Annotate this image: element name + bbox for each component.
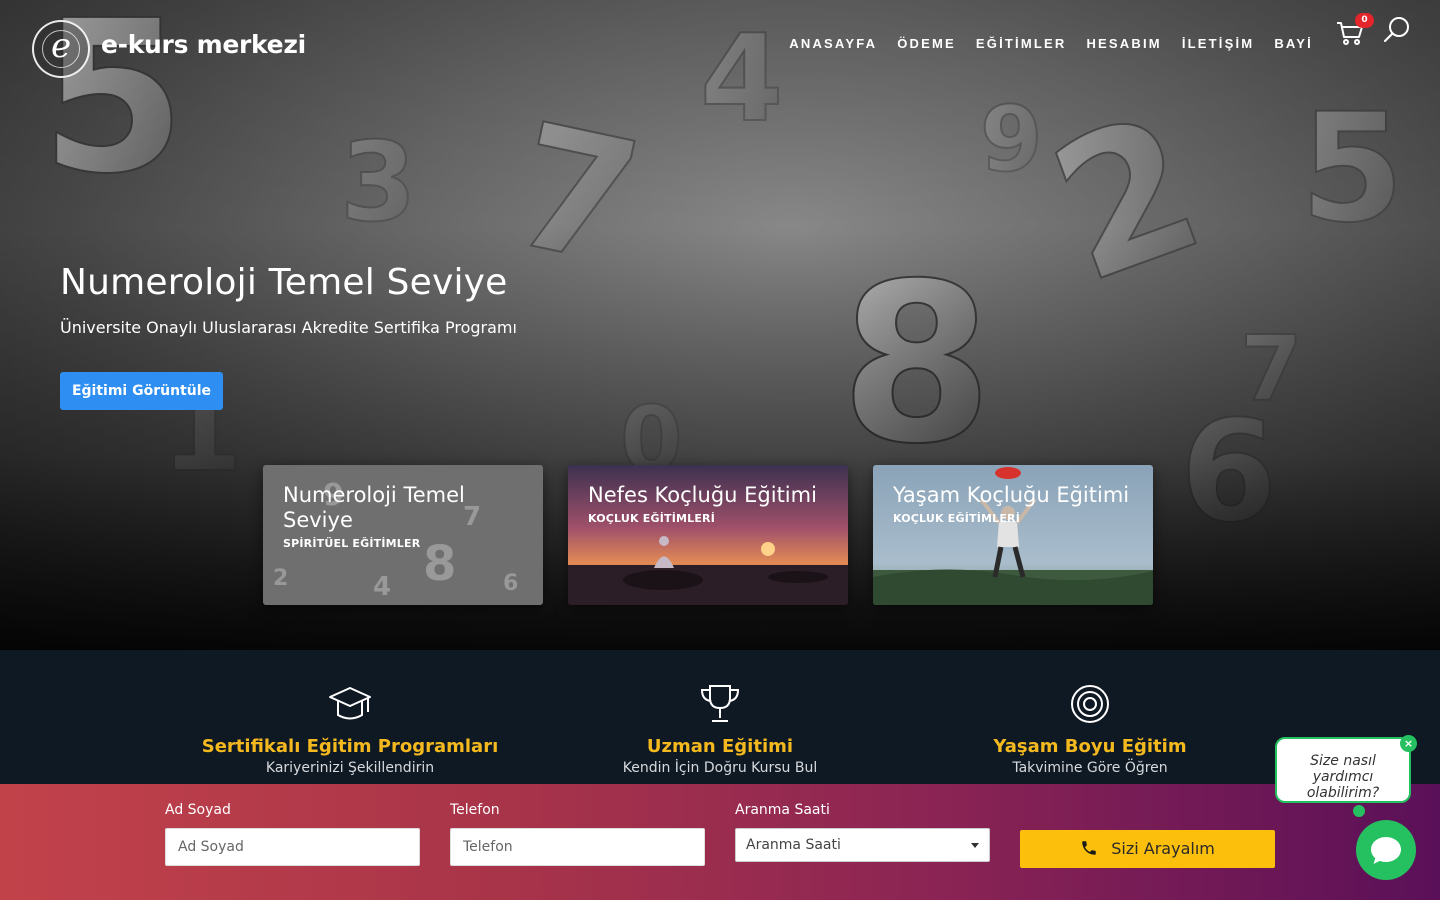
logo-badge[interactable]: e bbox=[32, 20, 90, 78]
card-text: Yaşam Koçluğu Eğitimi KOÇLUK EĞİTİMLERİ bbox=[893, 483, 1139, 525]
feature-title: Yaşam Boyu Eğitim bbox=[993, 736, 1187, 757]
nav-item-anasayfa[interactable]: ANASAYFA bbox=[789, 36, 877, 51]
nav-item-egitimler[interactable]: EĞİTİMLER bbox=[976, 36, 1067, 51]
phone-label: Telefon bbox=[450, 802, 500, 818]
name-field-group: Ad Soyad Ad Soyad bbox=[165, 802, 420, 866]
nav-item-odeme[interactable]: ÖDEME bbox=[897, 36, 956, 51]
logo-text[interactable]: e-kurs merkezi bbox=[101, 30, 306, 59]
close-icon[interactable]: × bbox=[1400, 735, 1417, 752]
feature-title: Uzman Eğitimi bbox=[646, 736, 794, 757]
name-label: Ad Soyad bbox=[165, 802, 231, 818]
search-icon[interactable] bbox=[1381, 14, 1413, 46]
view-course-button[interactable]: Eğitimi Görüntüle bbox=[60, 372, 223, 410]
chat-tail-dot bbox=[1353, 805, 1365, 817]
call-me-label: Sizi Arayalım bbox=[1111, 839, 1215, 858]
card-title: Yaşam Koçluğu Eğitimi bbox=[893, 483, 1130, 507]
main-nav: ANASAYFA ÖDEME EĞİTİMLER HESABIM İLETİŞİ… bbox=[789, 36, 1313, 51]
course-card-numeroloji[interactable]: 8 9 7 4 6 2 Numeroloji Temel Seviye SPİR… bbox=[263, 465, 543, 605]
time-field-group: Aranma Saati Aranma Saati bbox=[735, 802, 990, 862]
site-header: e e-kurs merkezi ANASAYFA ÖDEME EĞİTİMLE… bbox=[0, 0, 1440, 96]
logo-letter: e bbox=[50, 26, 72, 66]
call-time-select[interactable]: Aranma Saati bbox=[735, 828, 990, 862]
target-icon bbox=[1071, 685, 1109, 723]
phone-input[interactable]: Telefon bbox=[450, 828, 705, 866]
svg-text:4: 4 bbox=[373, 572, 391, 602]
course-card-yasam[interactable]: Yaşam Koçluğu Eğitimi KOÇLUK EĞİTİMLERİ bbox=[873, 465, 1153, 605]
card-text: Numeroloji Temel Seviye SPİRİTÜEL EĞİTİM… bbox=[283, 483, 529, 550]
card-title: Numeroloji Temel Seviye bbox=[283, 483, 465, 532]
phone-field-group: Telefon Telefon bbox=[450, 802, 705, 866]
svg-text:6: 6 bbox=[503, 571, 518, 596]
nav-item-hesabim[interactable]: HESABIM bbox=[1086, 36, 1161, 51]
trophy-icon bbox=[700, 685, 740, 722]
feature-subtitle: Kariyerinizi Şekillendirin bbox=[265, 760, 435, 776]
hero-subtitle: Üniversite Onaylı Uluslararası Akredite … bbox=[60, 318, 517, 337]
feature-subtitle: Takvimine Göre Öğren bbox=[1012, 760, 1168, 776]
cart-count-badge: 0 bbox=[1355, 13, 1374, 28]
chat-bubble-icon bbox=[1371, 837, 1401, 864]
course-card-nefes[interactable]: Nefes Koçluğu Eğitimi KOÇLUK EĞİTİMLERİ bbox=[568, 465, 848, 605]
call-me-button[interactable]: Sizi Arayalım bbox=[1020, 830, 1275, 868]
chevron-down-icon bbox=[971, 843, 979, 848]
phone-icon bbox=[1082, 841, 1096, 855]
time-label: Aranma Saati bbox=[735, 802, 830, 818]
feature-subtitle: Kendin İçin Doğru Kursu Bul bbox=[622, 760, 818, 776]
feature-title: Sertifikalı Eğitim Programları bbox=[201, 736, 499, 757]
card-title: Nefes Koçluğu Eğitimi bbox=[588, 483, 817, 507]
name-input[interactable]: Ad Soyad bbox=[165, 828, 420, 866]
features-section: Sertifikalı Eğitim Programları Kariyerin… bbox=[0, 650, 1440, 784]
chat-prompt-bubble[interactable]: Size nasıl yardımcı olabilirim? bbox=[1275, 737, 1411, 803]
graduation-cap-icon bbox=[329, 687, 371, 720]
svg-text:2: 2 bbox=[273, 566, 288, 591]
card-text: Nefes Koçluğu Eğitimi KOÇLUK EĞİTİMLERİ bbox=[588, 483, 834, 525]
nav-item-iletisim[interactable]: İLETİŞİM bbox=[1182, 36, 1255, 51]
card-category: KOÇLUK EĞİTİMLERİ bbox=[588, 512, 716, 525]
nav-item-bayi[interactable]: BAYİ bbox=[1274, 36, 1313, 51]
card-category: SPİRİTÜEL EĞİTİMLER bbox=[283, 537, 421, 550]
callback-form: Ad Soyad Ad Soyad Telefon Telefon Aranma… bbox=[0, 784, 1440, 900]
hero-title: Numeroloji Temel Seviye bbox=[60, 262, 508, 303]
chat-launcher-button[interactable] bbox=[1356, 820, 1416, 880]
card-category: KOÇLUK EĞİTİMLERİ bbox=[893, 512, 1021, 525]
call-time-value: Aranma Saati bbox=[746, 837, 841, 853]
